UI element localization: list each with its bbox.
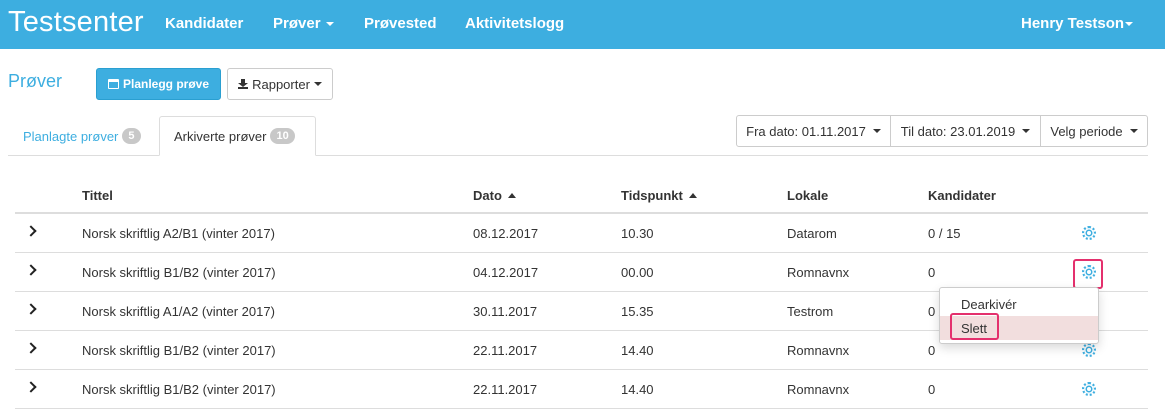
row-date: 22.11.2017 [473,382,538,397]
row-title: Norsk skriftlig B1/B2 (vinter 2017) [82,343,276,358]
col-candidates[interactable]: Kandidater [928,188,996,203]
gear-icon[interactable] [1082,382,1096,396]
user-menu[interactable]: Henry Testson [1021,15,1134,32]
table-row[interactable]: Norsk skriftlig B1/B2 (vinter 2017) 22.1… [15,370,1148,409]
gear-highlight-box [1073,259,1103,289]
chevron-right-icon[interactable] [25,225,37,237]
nav-prover[interactable]: Prøver [273,15,334,32]
row-date: 08.12.2017 [473,226,539,241]
row-date: 22.11.2017 [473,343,538,358]
delete-highlight-box [950,313,999,340]
reports-button[interactable]: Rapporter [227,68,333,100]
tab-archived-count: 10 [270,128,295,144]
tab-planned[interactable]: Planlagte prøver 5 [8,116,158,156]
caret-down-icon [872,129,881,133]
row-candidates: 0 / 15 [928,226,961,241]
chevron-right-icon[interactable] [25,342,37,354]
caret-down-icon [325,22,334,27]
row-room: Datarom [787,226,837,241]
row-title: Norsk skriftlig A1/A2 (vinter 2017) [82,304,275,319]
row-date: 04.12.2017 [473,265,539,280]
gear-icon[interactable] [1082,226,1096,240]
tab-archived[interactable]: Arkiverte prøver 10 [159,116,316,156]
from-date-label: Fra dato: 01.11.2017 [746,123,866,139]
caret-down-icon [1129,129,1138,133]
row-title: Norsk skriftlig B1/B2 (vinter 2017) [82,382,276,397]
from-date-filter[interactable]: Fra dato: 01.11.2017 [737,116,891,146]
chevron-right-icon[interactable] [25,381,37,393]
period-filter[interactable]: Velg periode [1041,116,1147,146]
tab-planned-count: 5 [122,128,141,144]
brand-logo[interactable]: Testsenter [8,6,144,39]
col-date[interactable]: Dato [473,188,516,203]
row-date: 30.11.2017 [473,304,538,319]
calendar-icon [107,79,119,89]
plan-test-label: Planlegg prøve [122,77,210,91]
col-room[interactable]: Lokale [787,188,828,203]
reports-label: Rapporter [252,76,310,92]
row-room: Romnavnx [787,343,850,358]
row-room: Testrom [787,304,834,319]
nav-provested[interactable]: Prøvested [364,15,437,32]
row-time: 00.00 [621,265,654,280]
table-row[interactable]: Norsk skriftlig A2/B1 (vinter 2017) 08.1… [15,214,1148,253]
row-time: 14.40 [621,382,654,397]
nav-kandidater[interactable]: Kandidater [165,15,243,32]
sort-asc-icon [688,192,697,198]
period-label: Velg periode [1050,123,1123,139]
col-time[interactable]: Tidspunkt [621,188,697,203]
download-icon [238,79,249,89]
to-date-filter[interactable]: Til dato: 23.01.2019 [891,116,1041,146]
row-title: Norsk skriftlig A2/B1 (vinter 2017) [82,226,275,241]
nav-prover-label: Prøver [273,15,321,32]
chevron-right-icon[interactable] [25,303,37,315]
gear-icon[interactable] [1082,343,1096,357]
table-header: Tittel Dato Tidspunkt Lokale Kandidater [15,176,1148,214]
date-filter-group: Fra dato: 01.11.2017 Til dato: 23.01.201… [736,115,1148,147]
tab-archived-label: Arkiverte prøver [174,128,267,144]
nav-aktivitetslogg[interactable]: Aktivitetslogg [465,15,564,32]
col-title[interactable]: Tittel [82,188,113,203]
row-time: 14.40 [621,343,654,358]
row-room: Romnavnx [787,382,850,397]
sort-asc-icon [507,192,516,198]
chevron-right-icon[interactable] [25,264,37,276]
caret-down-icon [1022,129,1031,133]
row-room: Romnavnx [787,265,850,280]
row-title: Norsk skriftlig B1/B2 (vinter 2017) [82,265,276,280]
row-candidates: 0 [928,343,936,358]
row-time: 15.35 [621,304,654,319]
row-candidates: 0 [928,382,936,397]
user-name: Henry Testson [1021,15,1125,32]
page-title: Prøver [8,71,62,91]
col-time-label: Tidspunkt [621,188,683,203]
plan-test-button[interactable]: Planlegg prøve [96,68,221,100]
caret-down-icon [1125,22,1134,27]
top-navbar: Testsenter Kandidater Prøver Prøvested A… [0,0,1165,49]
to-date-label: Til dato: 23.01.2019 [900,123,1016,139]
row-candidates: 0 [928,265,936,280]
col-date-label: Dato [473,188,502,203]
caret-down-icon [313,82,322,86]
row-time: 10.30 [621,226,654,241]
tab-planned-label: Planlagte prøver [23,128,119,144]
